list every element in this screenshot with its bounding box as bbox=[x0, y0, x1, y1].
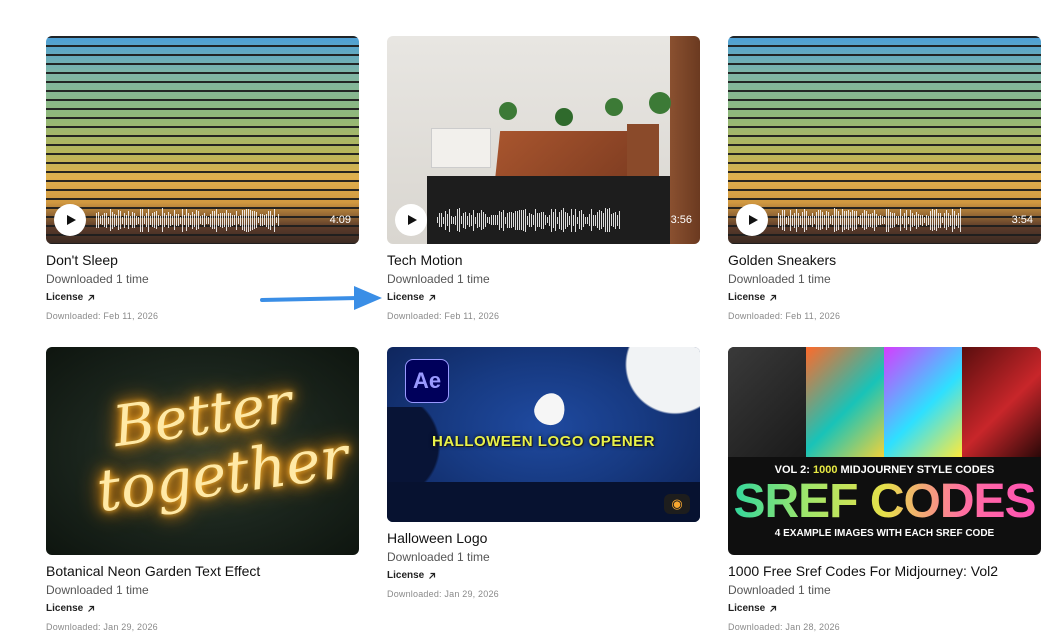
download-count: Downloaded 1 time bbox=[387, 550, 490, 564]
audio-player: 3:54 bbox=[736, 204, 1033, 236]
asset-card-sref-codes: VOL 2: 1000 MIDJOURNEY STYLE CODES SREF … bbox=[728, 347, 1041, 633]
asset-card-dont-sleep: 4:09 Don't Sleep Downloaded 1 time Licen… bbox=[46, 36, 359, 322]
download-count: Downloaded 1 time bbox=[387, 272, 490, 286]
sref-headline: SREF CODES bbox=[728, 477, 1041, 527]
external-link-icon bbox=[770, 294, 777, 301]
audio-thumbnail[interactable]: 3:54 bbox=[728, 36, 1041, 244]
waveform[interactable] bbox=[778, 207, 964, 233]
external-link-icon bbox=[429, 572, 436, 579]
asset-title[interactable]: Golden Sneakers bbox=[728, 252, 1041, 268]
waveform[interactable] bbox=[96, 207, 282, 233]
asset-title[interactable]: Tech Motion bbox=[387, 252, 700, 268]
image-thumbnail[interactable]: Better together bbox=[46, 347, 359, 555]
license-link[interactable]: License bbox=[46, 603, 95, 615]
duration: 3:56 bbox=[670, 214, 692, 226]
audio-player: 4:09 bbox=[54, 204, 351, 236]
license-label: License bbox=[387, 570, 425, 581]
asset-card-golden-sneakers: 3:54 Golden Sneakers Downloaded 1 time L… bbox=[728, 36, 1041, 322]
license-label: License bbox=[728, 292, 766, 303]
neon-text: Better together bbox=[46, 371, 359, 525]
audio-thumbnail[interactable]: 4:09 bbox=[46, 36, 359, 244]
play-icon bbox=[67, 215, 76, 225]
asset-card-halloween-logo: Ae HALLOWEEN LOGO OPENER ◉ Halloween Log… bbox=[387, 347, 700, 600]
download-count: Downloaded 1 time bbox=[728, 583, 831, 597]
asset-card-botanical-neon: Better together Botanical Neon Garden Te… bbox=[46, 347, 359, 633]
asset-title[interactable]: Botanical Neon Garden Text Effect bbox=[46, 563, 359, 579]
audio-player: 3:56 bbox=[395, 204, 692, 236]
duration: 4:09 bbox=[329, 214, 351, 226]
arrow-annotation bbox=[260, 286, 382, 310]
sref-subcaption: 4 EXAMPLE IMAGES WITH EACH SREF CODE bbox=[774, 528, 995, 539]
sref-artwork: VOL 2: 1000 MIDJOURNEY STYLE CODES SREF … bbox=[728, 347, 1041, 555]
external-link-icon bbox=[429, 294, 436, 301]
asset-title[interactable]: Don't Sleep bbox=[46, 252, 359, 268]
license-link[interactable]: License bbox=[387, 292, 436, 304]
download-count: Downloaded 1 time bbox=[46, 583, 149, 597]
play-button[interactable] bbox=[54, 204, 86, 236]
play-button[interactable] bbox=[736, 204, 768, 236]
external-link-icon bbox=[770, 605, 777, 612]
download-date: Downloaded: Feb 11, 2026 bbox=[728, 311, 841, 321]
license-label: License bbox=[387, 292, 425, 303]
asset-card-tech-motion: 3:56 Tech Motion Downloaded 1 time Licen… bbox=[387, 36, 700, 322]
play-button[interactable] bbox=[395, 204, 427, 236]
image-thumbnail[interactable]: VOL 2: 1000 MIDJOURNEY STYLE CODES SREF … bbox=[728, 347, 1041, 555]
license-link[interactable]: License bbox=[728, 603, 777, 615]
after-effects-badge: Ae bbox=[405, 359, 449, 403]
asset-title[interactable]: Halloween Logo bbox=[387, 530, 700, 546]
pumpkin-icon: ◉ bbox=[664, 494, 690, 514]
download-count: Downloaded 1 time bbox=[728, 272, 831, 286]
external-link-icon bbox=[88, 605, 95, 612]
download-date: Downloaded: Feb 11, 2026 bbox=[387, 311, 500, 321]
waveform[interactable] bbox=[437, 207, 623, 233]
license-label: License bbox=[46, 603, 84, 614]
download-date: Downloaded: Feb 11, 2026 bbox=[46, 311, 159, 321]
license-link[interactable]: License bbox=[728, 292, 777, 304]
download-date: Downloaded: Jan 29, 2026 bbox=[387, 589, 499, 599]
download-date: Downloaded: Jan 28, 2026 bbox=[728, 622, 840, 632]
license-link[interactable]: License bbox=[387, 570, 436, 582]
license-label: License bbox=[46, 292, 84, 303]
download-date: Downloaded: Jan 29, 2026 bbox=[46, 622, 158, 632]
halloween-title: HALLOWEEN LOGO OPENER bbox=[431, 433, 655, 450]
play-icon bbox=[749, 215, 758, 225]
audio-thumbnail[interactable]: 3:56 bbox=[387, 36, 700, 244]
play-icon bbox=[408, 215, 417, 225]
license-link[interactable]: License bbox=[46, 292, 95, 304]
license-label: License bbox=[728, 603, 766, 614]
asset-title[interactable]: 1000 Free Sref Codes For Midjourney: Vol… bbox=[728, 563, 1041, 579]
duration: 3:54 bbox=[1011, 214, 1033, 226]
video-thumbnail[interactable]: Ae HALLOWEEN LOGO OPENER ◉ bbox=[387, 347, 700, 522]
external-link-icon bbox=[88, 294, 95, 301]
